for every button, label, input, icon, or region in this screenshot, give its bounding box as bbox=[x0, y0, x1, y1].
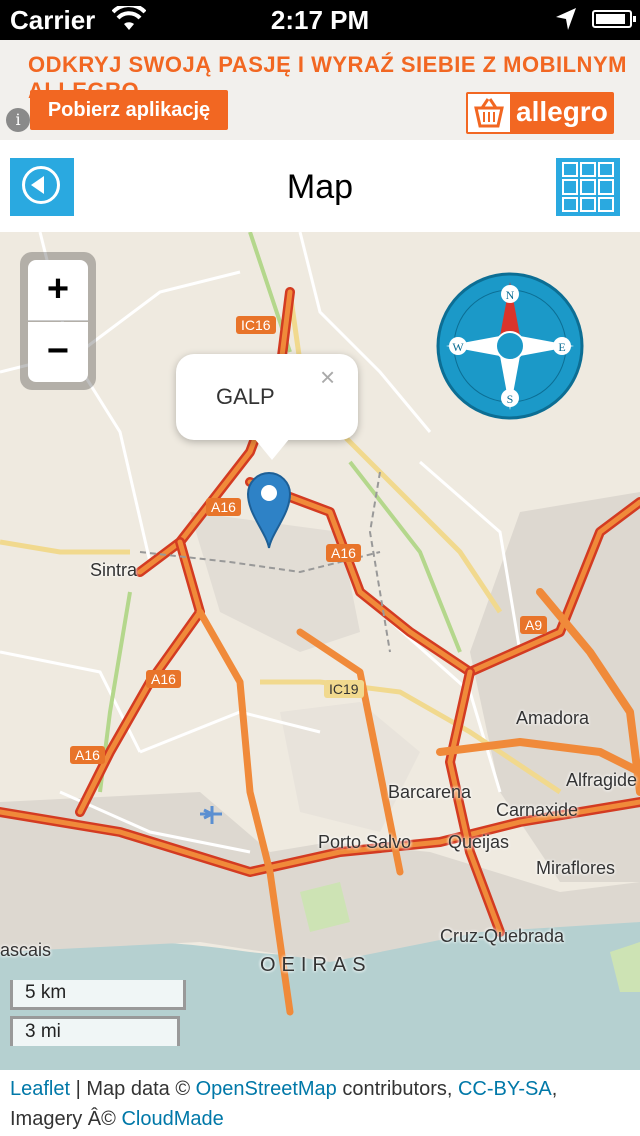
road-shield-ic19: IC19 bbox=[324, 680, 364, 698]
zoom-out-button[interactable]: − bbox=[28, 322, 88, 382]
place-label-amadora: Amadora bbox=[516, 708, 590, 728]
compass-w: W bbox=[452, 340, 464, 354]
road-shield-a16: A16 bbox=[146, 670, 181, 688]
openstreetmap-link[interactable]: OpenStreetMap bbox=[196, 1078, 337, 1100]
road-shield-a16: A16 bbox=[206, 498, 241, 516]
popup-close-button[interactable]: × bbox=[320, 362, 335, 393]
attribution-text: contributors, bbox=[336, 1078, 458, 1100]
place-label-oeiras: OEIRAS bbox=[260, 954, 372, 976]
place-label-miraflores: Miraflores bbox=[536, 858, 616, 878]
attribution-text: | Map data © bbox=[70, 1078, 196, 1100]
place-label-barcarena: Barcarena bbox=[388, 782, 472, 802]
ad-info-icon[interactable]: i bbox=[6, 108, 30, 132]
page-title: Map bbox=[286, 168, 354, 206]
allegro-logo[interactable]: allegro bbox=[466, 92, 614, 134]
basket-icon bbox=[468, 94, 510, 132]
battery-icon bbox=[592, 10, 636, 28]
grid-icon bbox=[562, 162, 614, 212]
place-label-alfragide: Alfragide bbox=[566, 770, 638, 790]
license-link[interactable]: CC-BY-SA bbox=[458, 1078, 552, 1100]
imagery-text: Imagery Â© bbox=[10, 1108, 122, 1130]
zoom-control: + − bbox=[20, 252, 96, 390]
road-shield-a16: A16 bbox=[326, 544, 361, 562]
marker-popup: GALP × bbox=[176, 354, 358, 460]
place-label-porto-salvo: Porto Salvo bbox=[318, 832, 412, 852]
scale-bar-km: 5 km bbox=[10, 980, 186, 1010]
status-bar: Carrier 2:17 PM bbox=[0, 0, 640, 40]
popup-text: GALP bbox=[216, 384, 275, 409]
ad-banner[interactable]: ODKRYJ SWOJĄ PASJĘ I WYRAŹ SIEBIE Z MOBI… bbox=[0, 40, 640, 140]
menu-grid-button[interactable] bbox=[556, 158, 620, 216]
navigation-bar: Map bbox=[0, 140, 640, 232]
allegro-brand: allegro bbox=[516, 96, 608, 127]
clock: 2:17 PM bbox=[270, 5, 370, 35]
attribution-text: , bbox=[551, 1078, 558, 1100]
road-shield-a9: A9 bbox=[520, 616, 548, 634]
place-label-carnaxide: Carnaxide bbox=[496, 800, 579, 820]
zoom-in-button[interactable]: + bbox=[28, 260, 88, 321]
road-shield-a16: A16 bbox=[70, 746, 105, 764]
leaflet-link[interactable]: Leaflet bbox=[10, 1078, 70, 1100]
location-arrow-icon bbox=[554, 6, 578, 39]
ad-download-button[interactable]: Pobierz aplikację bbox=[30, 90, 228, 130]
place-label-queijas: Queijas bbox=[448, 832, 510, 852]
place-label-sintra: Sintra bbox=[90, 560, 138, 580]
map-attribution: Leaflet | Map data © OpenStreetMap contr… bbox=[0, 1070, 640, 1136]
place-label-cruz-quebrada: Cruz-Quebrada bbox=[440, 926, 565, 946]
map-view[interactable]: Sintra Amadora Alfragide Barcarena Carna… bbox=[0, 232, 640, 1070]
compass-e: E bbox=[558, 340, 565, 354]
map-marker-icon[interactable] bbox=[246, 470, 292, 550]
cloudmade-link[interactable]: CloudMade bbox=[121, 1108, 223, 1130]
road-shield-ic16: IC16 bbox=[236, 316, 276, 334]
scale-bar-mi: 3 mi bbox=[10, 1016, 180, 1046]
compass-s: S bbox=[507, 392, 514, 406]
compass-n: N bbox=[506, 288, 515, 302]
place-label-cascais: ascais bbox=[0, 940, 52, 960]
compass-icon[interactable]: N S W E bbox=[436, 272, 584, 420]
